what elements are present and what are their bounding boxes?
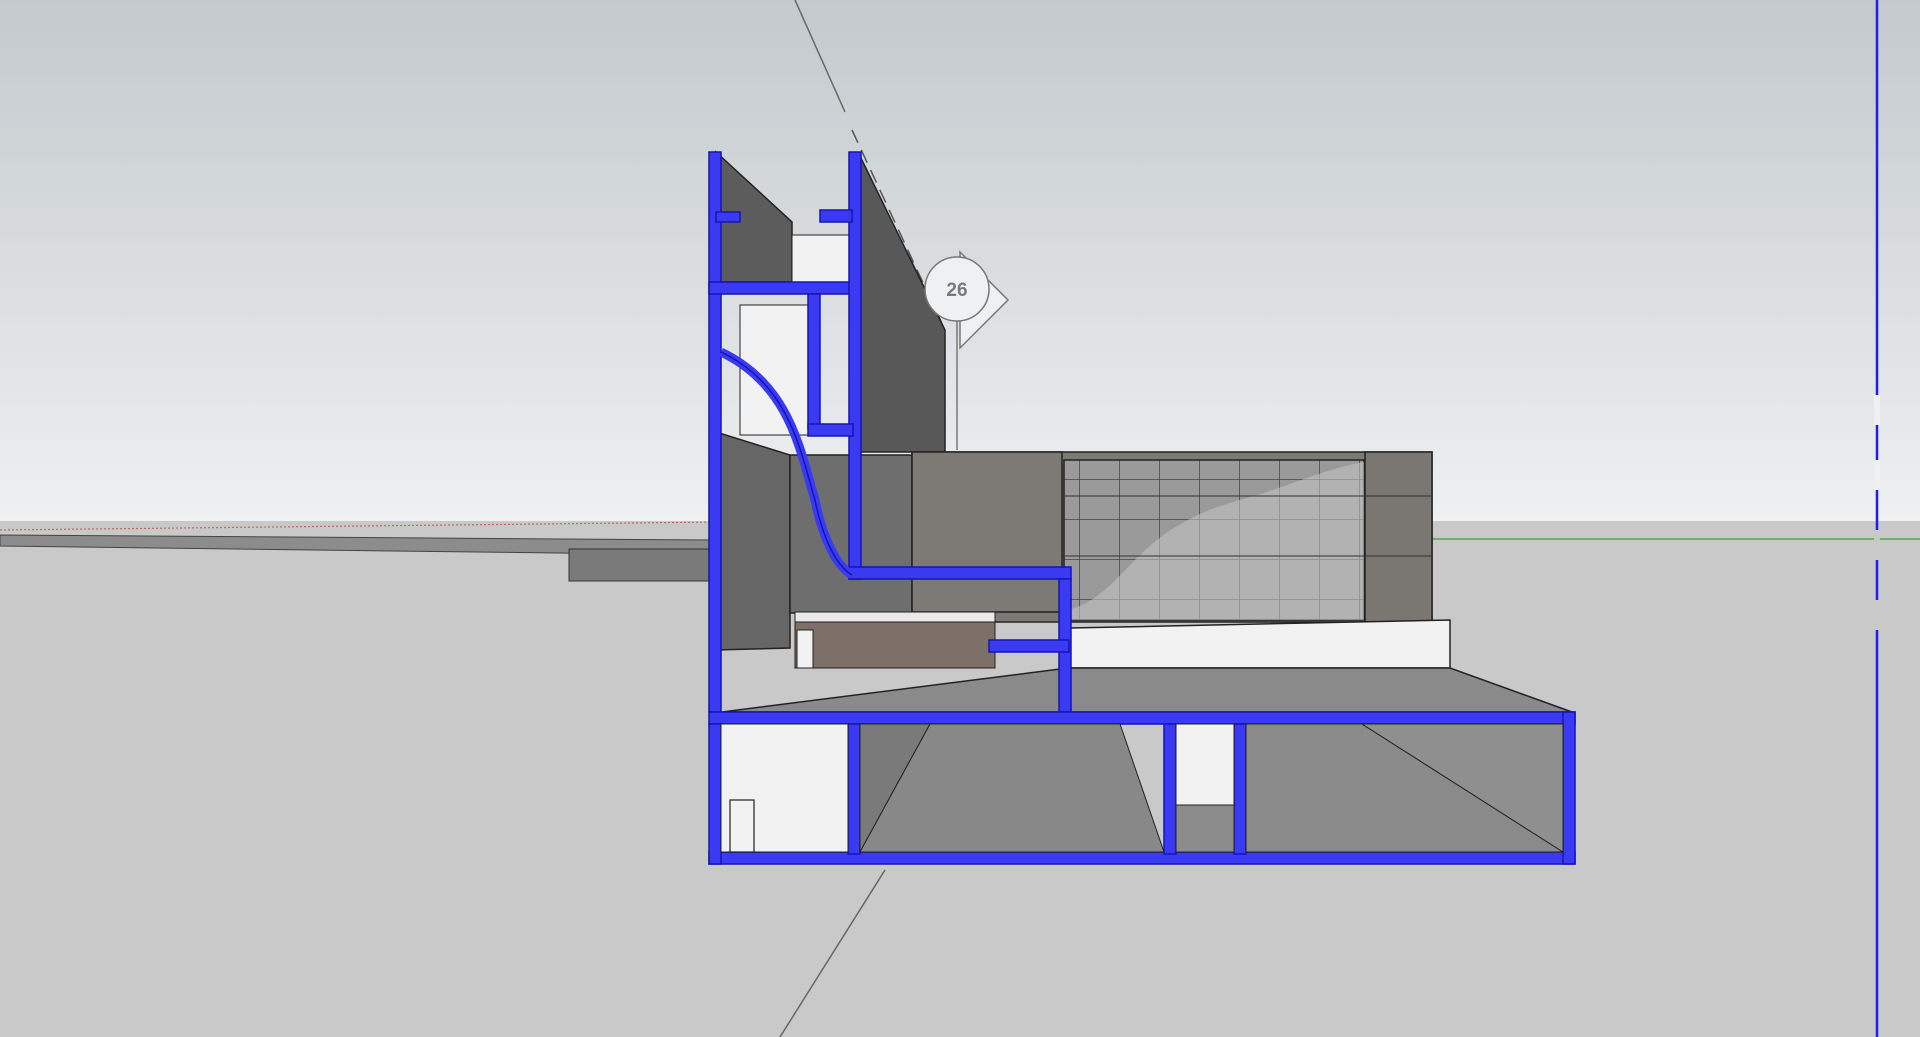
sketchup-3d-viewport[interactable]: 26 xyxy=(0,0,1920,1037)
interior-brown-wall xyxy=(794,619,996,669)
basement-room-mid-floor xyxy=(1175,804,1235,853)
model-scene[interactable]: 26 xyxy=(0,0,1920,1037)
ground-slab-step xyxy=(568,548,715,582)
white-plinth xyxy=(1059,619,1451,669)
interior-white-strip xyxy=(794,611,996,623)
section-plane-label: 26 xyxy=(946,280,967,301)
basement-door xyxy=(729,799,755,853)
rear-block-end-wall xyxy=(1364,451,1433,623)
door-opening-left xyxy=(796,629,814,669)
lower-left-wall xyxy=(715,430,791,651)
mid-grey-wall-right xyxy=(911,451,1063,613)
upper-white-void xyxy=(791,234,853,284)
